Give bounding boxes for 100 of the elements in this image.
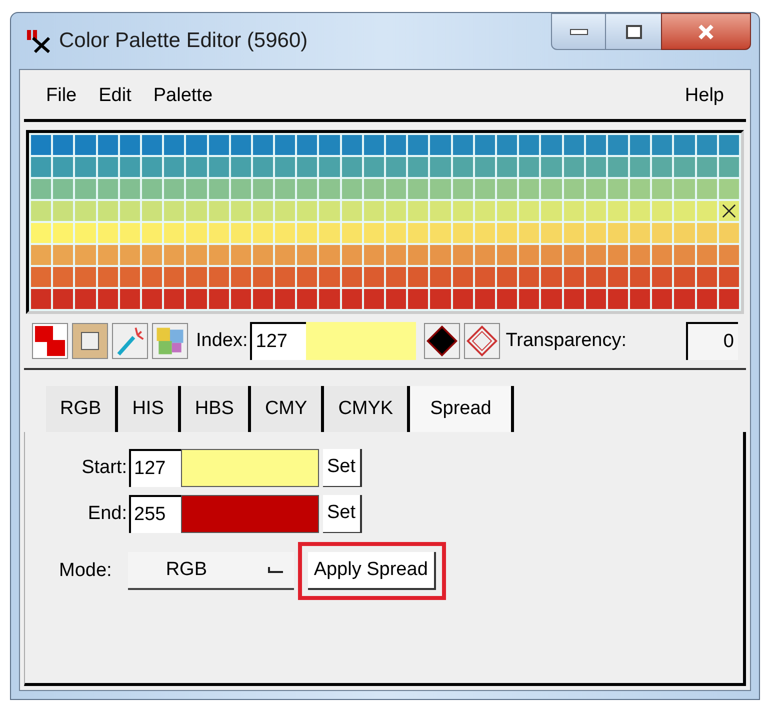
color-cell[interactable] (319, 245, 340, 265)
color-cell[interactable] (164, 289, 184, 309)
color-cell[interactable] (53, 157, 74, 177)
color-cell[interactable] (430, 157, 451, 177)
color-cell[interactable] (142, 289, 162, 309)
color-cell[interactable] (674, 201, 695, 221)
color-cell[interactable] (120, 157, 140, 177)
color-cell[interactable] (53, 135, 74, 155)
color-cell[interactable] (142, 267, 162, 287)
color-cell[interactable] (696, 135, 717, 155)
color-cell[interactable] (208, 223, 229, 243)
color-cell[interactable] (98, 179, 118, 199)
color-cell[interactable] (186, 245, 206, 265)
color-cell[interactable] (519, 135, 540, 155)
color-cell[interactable] (230, 179, 251, 199)
color-cell[interactable] (53, 223, 74, 243)
color-cell[interactable] (452, 245, 473, 265)
color-cell[interactable] (586, 201, 606, 221)
color-cell[interactable] (586, 179, 606, 199)
color-cell[interactable] (364, 245, 384, 265)
color-cell[interactable] (386, 289, 406, 309)
color-cell[interactable] (142, 201, 162, 221)
color-cell[interactable] (519, 245, 540, 265)
color-cell[interactable] (319, 223, 340, 243)
color-cell[interactable] (98, 135, 118, 155)
color-cell[interactable] (452, 201, 473, 221)
color-cell[interactable] (564, 179, 584, 199)
set-button[interactable]: Set (323, 449, 362, 487)
color-cell[interactable] (53, 179, 74, 199)
color-cell[interactable] (208, 289, 229, 309)
color-cell[interactable] (452, 135, 473, 155)
color-cell[interactable] (519, 201, 540, 221)
set-button[interactable]: Set (323, 495, 362, 533)
color-cell[interactable] (164, 135, 184, 155)
color-cell[interactable] (564, 245, 584, 265)
color-cell[interactable] (386, 201, 406, 221)
color-cell[interactable] (474, 267, 495, 287)
color-cell[interactable] (496, 267, 518, 287)
color-cell[interactable] (496, 289, 518, 309)
color-cell[interactable] (120, 245, 140, 265)
color-cell[interactable] (297, 289, 318, 309)
color-cell[interactable] (31, 201, 52, 221)
color-cell[interactable] (208, 179, 229, 199)
color-cell[interactable] (408, 245, 428, 265)
color-cell[interactable] (564, 201, 584, 221)
color-cell[interactable] (674, 135, 695, 155)
color-cell[interactable] (98, 223, 118, 243)
color-cell[interactable] (652, 179, 672, 199)
color-cell[interactable] (230, 267, 251, 287)
close-button[interactable] (661, 13, 751, 50)
color-cell[interactable] (275, 289, 296, 309)
color-cell[interactable] (364, 267, 384, 287)
color-cell[interactable] (718, 179, 739, 199)
color-cell[interactable] (718, 201, 739, 221)
color-cell[interactable] (430, 245, 451, 265)
color-cell[interactable] (608, 223, 628, 243)
color-cell[interactable] (75, 157, 96, 177)
color-cell[interactable] (608, 201, 628, 221)
color-cell[interactable] (674, 245, 695, 265)
color-cell[interactable] (75, 223, 96, 243)
color-cell[interactable] (674, 267, 695, 287)
color-cell[interactable] (564, 289, 584, 309)
color-cell[interactable] (342, 179, 362, 199)
color-cell[interactable] (342, 135, 362, 155)
color-cell[interactable] (652, 289, 672, 309)
color-cell[interactable] (652, 135, 672, 155)
color-cell[interactable] (519, 179, 540, 199)
color-cell[interactable] (696, 289, 717, 309)
color-cell[interactable] (586, 245, 606, 265)
color-cell[interactable] (164, 157, 184, 177)
color-cell[interactable] (452, 289, 473, 309)
color-cell[interactable] (564, 223, 584, 243)
tab[interactable]: CMY (250, 386, 324, 432)
color-cell[interactable] (31, 135, 52, 155)
filled-diamond-icon[interactable] (424, 323, 460, 359)
color-cell[interactable] (519, 223, 540, 243)
color-cell[interactable] (386, 157, 406, 177)
color-cell[interactable] (496, 179, 518, 199)
color-cell[interactable] (474, 179, 495, 199)
color-cell[interactable] (430, 201, 451, 221)
color-cell[interactable] (496, 245, 518, 265)
color-cell[interactable] (208, 201, 229, 221)
color-cell[interactable] (386, 267, 406, 287)
color-cell[interactable] (652, 267, 672, 287)
color-cell[interactable] (630, 135, 650, 155)
color-cell[interactable] (586, 135, 606, 155)
color-cell[interactable] (186, 201, 206, 221)
color-cell[interactable] (608, 135, 628, 155)
color-cell[interactable] (608, 179, 628, 199)
color-cell[interactable] (696, 245, 717, 265)
color-cell[interactable] (718, 157, 739, 177)
color-cell[interactable] (230, 223, 251, 243)
color-cell[interactable] (252, 201, 274, 221)
color-cell[interactable] (319, 157, 340, 177)
color-cell[interactable] (342, 245, 362, 265)
color-cell[interactable] (696, 267, 717, 287)
color-cell[interactable] (452, 157, 473, 177)
color-cell[interactable] (408, 135, 428, 155)
color-cell[interactable] (718, 245, 739, 265)
color-cell[interactable] (674, 223, 695, 243)
